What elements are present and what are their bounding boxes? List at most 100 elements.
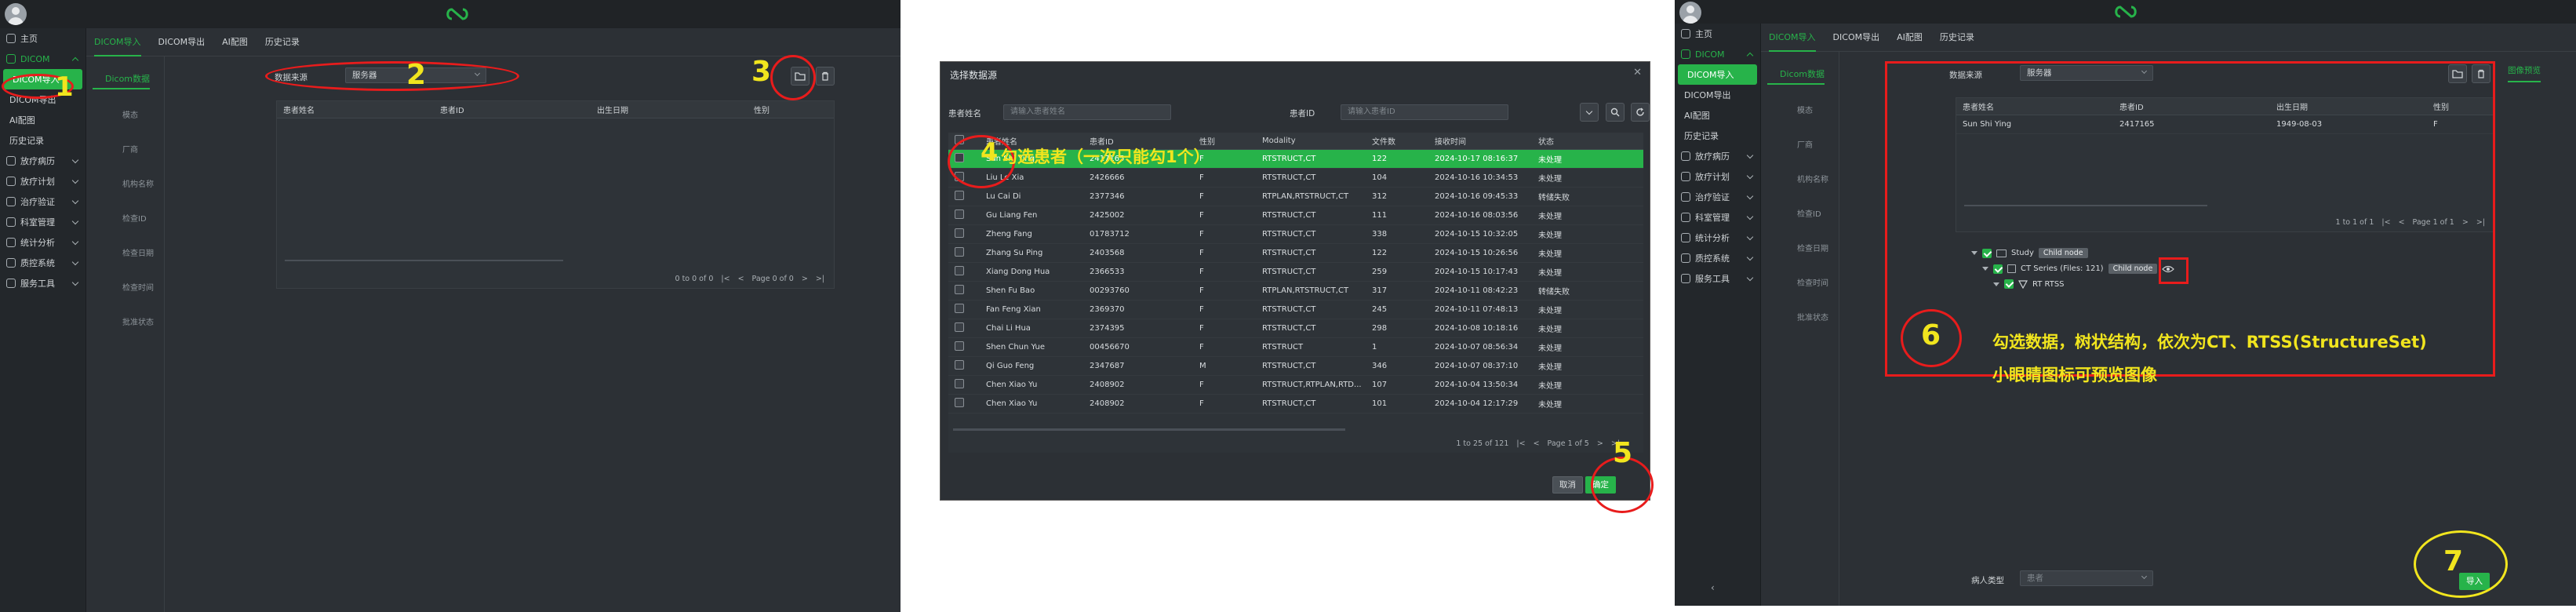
column-header[interactable]: 患者姓名: [277, 104, 434, 115]
table-row[interactable]: Liu Le Xia 2426666 F RTSTRUCT,CT 104 2024-10-…: [948, 169, 1643, 188]
row-checkbox[interactable]: [955, 398, 964, 407]
sidebar-item-5[interactable]: 历史记录: [1675, 126, 1760, 146]
sidebar-item-9[interactable]: 科室管理: [1675, 207, 1760, 228]
pager-last-icon[interactable]: >|: [816, 275, 824, 283]
filter-item[interactable]: 批准状态: [86, 306, 164, 341]
table-row[interactable]: Qi Guo Feng 2347687 M RTSTRUCT,CT 346 2024-10…: [948, 357, 1643, 376]
table-row[interactable]: Shen Chun Yue 00456670 F RTSTRUCT 1 2024-10-0…: [948, 338, 1643, 357]
checkbox-cell[interactable]: [948, 266, 980, 278]
filter-item[interactable]: 机构名称: [86, 168, 164, 202]
filter-item[interactable]: 机构名称: [1761, 163, 1839, 198]
pager-next-icon[interactable]: >: [1597, 439, 1603, 448]
close-icon[interactable]: ✕: [1633, 67, 1642, 78]
avatar[interactable]: [1679, 2, 1701, 24]
checkbox-cell[interactable]: [948, 209, 980, 221]
row-checkbox[interactable]: [955, 360, 964, 370]
sidebar-item-4[interactable]: AI配图: [0, 110, 86, 130]
checkbox-cell[interactable]: [948, 341, 980, 353]
cancel-button[interactable]: 取消: [1552, 476, 1583, 494]
sidebar-item-10[interactable]: 统计分析: [0, 232, 86, 253]
table-row[interactable]: Fan Feng Xian 2369370 F RTSTRUCT,CT 245 2024-…: [948, 301, 1643, 319]
filter-item[interactable]: 模态: [86, 99, 164, 133]
refresh-button[interactable]: [1631, 103, 1650, 122]
delete-button[interactable]: [816, 67, 835, 86]
sidebar-item-3[interactable]: DICOM导出: [1675, 85, 1760, 105]
table-row[interactable]: Xiang Dong Hua 2366533 F RTSTRUCT,CT 259 2024…: [948, 263, 1643, 282]
avatar[interactable]: [5, 3, 27, 25]
row-checkbox[interactable]: [955, 191, 964, 200]
filter-item[interactable]: 检查时间: [1761, 267, 1839, 301]
sidebar-item-7[interactable]: 放疗计划: [0, 171, 86, 191]
name-input[interactable]: 请输入患者姓名: [1003, 104, 1171, 120]
tab-3[interactable]: 历史记录: [1940, 24, 1974, 52]
id-input[interactable]: 请输入患者ID: [1341, 104, 1508, 120]
column-header[interactable]: 文件数: [1366, 135, 1428, 147]
table-row[interactable]: Chai Li Hua 2374395 F RTSTRUCT,CT 298 2024-10…: [948, 319, 1643, 338]
sidebar-item-8[interactable]: 治疗验证: [1675, 187, 1760, 207]
expand-button[interactable]: [1580, 103, 1599, 122]
filter-title[interactable]: Dicom数据: [1767, 52, 1825, 85]
sidebar-item-5[interactable]: 历史记录: [0, 130, 86, 151]
sidebar-item-12[interactable]: 服务工具: [0, 273, 86, 293]
filter-item[interactable]: 检查时间: [86, 271, 164, 306]
row-checkbox[interactable]: [955, 304, 964, 313]
row-checkbox[interactable]: [955, 247, 964, 257]
column-header[interactable]: 患者ID: [434, 104, 591, 115]
tab-image-preview[interactable]: 图像预览: [2508, 64, 2541, 82]
search-button[interactable]: [1606, 103, 1625, 122]
sidebar-item-9[interactable]: 科室管理: [0, 212, 86, 232]
tab-2[interactable]: AI配图: [222, 28, 248, 56]
sidebar-item-12[interactable]: 服务工具: [1675, 268, 1760, 289]
row-checkbox[interactable]: [955, 379, 964, 388]
horizontal-scrollbar[interactable]: [953, 428, 1345, 431]
row-checkbox[interactable]: [955, 266, 964, 275]
filter-item[interactable]: 检查日期: [1761, 232, 1839, 267]
column-header[interactable]: 状态: [1532, 135, 1579, 147]
sidebar-item-1[interactable]: DICOM: [0, 49, 86, 69]
row-checkbox[interactable]: [955, 341, 964, 351]
sidebar-item-6[interactable]: 放疗病历: [0, 151, 86, 171]
pager-prev-icon[interactable]: <: [738, 275, 744, 283]
row-checkbox[interactable]: [955, 285, 964, 294]
checkbox-cell[interactable]: [948, 360, 980, 372]
checkbox-cell[interactable]: [948, 285, 980, 297]
pager-first-icon[interactable]: |<: [721, 275, 730, 283]
sidebar-item-11[interactable]: 质控系统: [1675, 248, 1760, 268]
column-header[interactable]: 接收时间: [1428, 135, 1532, 147]
tab-2[interactable]: AI配图: [1897, 24, 1923, 52]
sidebar-item-11[interactable]: 质控系统: [0, 253, 86, 273]
sidebar-item-4[interactable]: AI配图: [1675, 105, 1760, 126]
checkbox-cell[interactable]: [948, 247, 980, 259]
tab-0[interactable]: DICOM导入: [1769, 24, 1816, 52]
sidebar-item-2[interactable]: DICOM导入: [1678, 64, 1757, 85]
pager-prev-icon[interactable]: <: [1534, 439, 1540, 448]
sidebar-item-0[interactable]: 主页: [1675, 24, 1760, 44]
table-row[interactable]: Chen Xiao Yu 2408902 F RTSTRUCT,RTPLAN,RTD.…: [948, 376, 1643, 395]
filter-item[interactable]: 厂商: [1761, 129, 1839, 163]
filter-item[interactable]: 检查ID: [1761, 198, 1839, 232]
tab-3[interactable]: 历史记录: [265, 28, 300, 56]
sidebar-item-7[interactable]: 放疗计划: [1675, 166, 1760, 187]
checkbox-cell[interactable]: [948, 304, 980, 315]
row-checkbox[interactable]: [955, 322, 964, 332]
column-header[interactable]: 出生日期: [591, 104, 748, 115]
checkbox-cell[interactable]: [948, 322, 980, 334]
table-row[interactable]: Shen Fu Bao 00293760 F RTPLAN,RTSTRUCT,CT 31…: [948, 282, 1643, 301]
case-type-select[interactable]: 患者: [2020, 570, 2153, 586]
table-row[interactable]: Zhang Su Ping 2403568 F RTSTRUCT,CT 122 2024-…: [948, 244, 1643, 263]
horizontal-scrollbar[interactable]: [285, 260, 563, 261]
filter-item[interactable]: 厂商: [86, 133, 164, 168]
sidebar-item-8[interactable]: 治疗验证: [0, 191, 86, 212]
pager-first-icon[interactable]: |<: [1516, 439, 1525, 448]
sidebar-item-1[interactable]: DICOM: [1675, 44, 1760, 64]
table-row[interactable]: Zheng Fang 01783712 F RTSTRUCT,CT 338 2024-10…: [948, 225, 1643, 244]
tab-1[interactable]: DICOM导出: [1833, 24, 1880, 52]
sidebar-item-0[interactable]: 主页: [0, 28, 86, 49]
filter-title[interactable]: Dicom数据: [93, 56, 151, 89]
filter-item[interactable]: 模态: [1761, 94, 1839, 129]
filter-item[interactable]: 检查日期: [86, 237, 164, 271]
filter-item[interactable]: 检查ID: [86, 202, 164, 237]
pager-next-icon[interactable]: >: [802, 275, 808, 283]
collapse-sidebar-icon[interactable]: ‹: [1711, 582, 1715, 593]
tab-0[interactable]: DICOM导入: [94, 28, 141, 56]
